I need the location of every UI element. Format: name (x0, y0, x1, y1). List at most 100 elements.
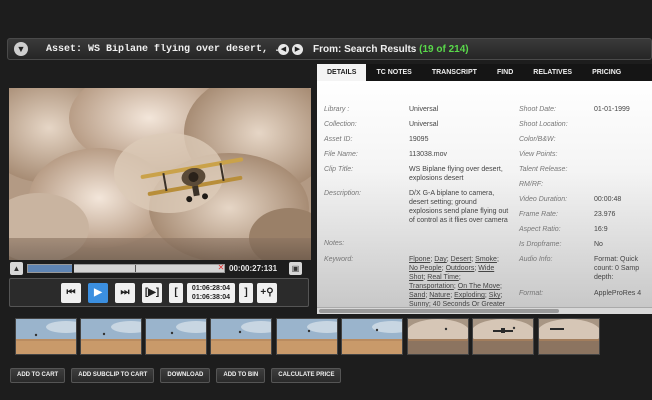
timeline-in-marker[interactable] (72, 263, 74, 273)
keyword-link[interactable]: Exploding (454, 292, 485, 299)
tab-pricing[interactable]: PRICING (582, 64, 631, 81)
calculate-price-button[interactable]: CALCULATE PRICE (271, 368, 342, 383)
skip-back-icon[interactable]: ⏮ (61, 282, 81, 303)
collapse-chevron-icon[interactable]: ▼ (14, 42, 28, 56)
expand-up-icon[interactable]: ▲ (10, 261, 23, 275)
keyword-link[interactable]: Flpone (409, 256, 430, 263)
tab-relatives[interactable]: RELATIVES (523, 64, 582, 81)
mark-in-button[interactable]: [ (169, 282, 183, 303)
collection-value: Universal (409, 121, 439, 128)
talent-release-label: Talent Release: (519, 166, 568, 173)
keyword-link[interactable]: Desert (451, 256, 472, 263)
add-subclip-to-cart-button[interactable]: ADD SUBCLIP TO CART (71, 368, 155, 383)
keyword-link[interactable]: Shot (409, 274, 423, 281)
next-result-icon[interactable]: ▶ (292, 43, 303, 55)
format-value: AppleProRes 4 (594, 290, 642, 297)
filmstrip-thumbnail[interactable] (407, 318, 469, 355)
play-icon[interactable]: ▶ (88, 282, 108, 303)
video-frame-biplane (9, 88, 311, 260)
file-name-label: File Name: (324, 151, 358, 158)
filmstrip-thumbnail[interactable] (80, 318, 142, 355)
filmstrip-thumbnail[interactable] (472, 318, 534, 355)
aspect-ratio-value: 16:9 (594, 226, 608, 233)
collection-label: Collection: (324, 121, 357, 128)
description-value: D/X G-A biplane to camera, desert settin… (409, 190, 509, 224)
keyword-link[interactable]: Nature (429, 292, 450, 299)
video-duration-value: 00:00:48 (594, 196, 622, 203)
fullscreen-icon[interactable]: ▣ (289, 261, 303, 275)
tab-transcript[interactable]: TRANSCRIPT (422, 64, 487, 81)
keyword-link[interactable]: Transportation (409, 283, 454, 290)
download-button[interactable]: DOWNLOAD (160, 368, 211, 383)
shoot-location-label: Shoot Location: (519, 121, 568, 128)
asset-header-bar: ▼ Asset: WS Biplane flying over desert, … (7, 38, 652, 60)
video-duration-label: Video Duration: (519, 196, 568, 203)
filmstrip-thumbnail[interactable] (276, 318, 338, 355)
keyword-link[interactable]: Day (434, 256, 446, 263)
add-to-cart-button[interactable]: ADD TO CART (10, 368, 66, 383)
tab-find[interactable]: FIND (487, 64, 523, 81)
keyword-link[interactable]: Outdoors (446, 265, 475, 272)
filmstrip-thumbnail[interactable] (538, 318, 600, 355)
keyword-list: Flpone; Day; Desert; Smoke; No People; O… (409, 255, 511, 309)
search-results-link[interactable]: From: Search Results (19 of 214) (313, 44, 469, 55)
rm-rf-label: RM/RF: (519, 181, 544, 188)
dropframe-value: No (594, 241, 603, 248)
asset-id-label: Asset ID: (324, 136, 353, 143)
clip-title-value: WS Biplane flying over desert, explosion… (409, 166, 503, 182)
audio-info-value: Format: Quick count: 0 Samp depth: (594, 256, 640, 281)
clear-marks-icon[interactable]: ✕ (217, 263, 225, 273)
skip-forward-icon[interactable]: ⏭ (115, 282, 135, 303)
scrollbar-thumb[interactable] (319, 309, 559, 313)
keyword-link[interactable]: On The Move (458, 283, 500, 290)
from-label: From: Search Results (313, 43, 417, 55)
file-name-value: 113038.mov (409, 151, 448, 158)
details-body: Library : Universal Collection: Universa… (317, 81, 652, 309)
keyword-link[interactable]: Wide (478, 265, 494, 272)
tab-details[interactable]: DETAILS (317, 64, 367, 81)
keyword-label: Keyword: (324, 256, 354, 263)
details-horizontal-scrollbar[interactable] (317, 307, 652, 314)
timeline-scrubber[interactable]: ✕ (27, 263, 225, 273)
timecode-in: 01:06:28:04 (191, 284, 231, 292)
keyword-link[interactable]: Sky (489, 292, 501, 299)
video-player[interactable] (9, 88, 311, 260)
filmstrip-thumbnail[interactable] (15, 318, 77, 355)
dropframe-label: Is Dropframe: (519, 241, 562, 248)
play-selection-icon[interactable]: [▶] (142, 282, 162, 303)
color-bw-label: Color/B&W: (519, 136, 556, 143)
shoot-date-label: Shoot Date: (519, 106, 556, 113)
asset-id-value: 19095 (409, 136, 429, 143)
filmstrip-thumbnail[interactable] (145, 318, 207, 355)
library-value: Universal (409, 106, 439, 113)
asset-info-panel: DETAILS TC NOTES TRANSCRIPT FIND RELATIV… (317, 64, 652, 314)
keyword-link[interactable]: Real Time (427, 274, 459, 281)
asset-action-bar: ADD TO CART ADD SUBCLIP TO CART DOWNLOAD… (10, 368, 347, 383)
notes-label: Notes: (324, 240, 345, 247)
keyword-line: Flpone; Day; Desert; Smoke; (409, 256, 499, 263)
mark-out-button[interactable]: ] (239, 282, 253, 303)
keyword-link[interactable]: No People (409, 265, 442, 272)
filmstrip-thumbnail[interactable] (210, 318, 272, 355)
timecode-out: 01:06:38:04 (191, 293, 231, 301)
keyword-line: Transportation; On The Move; (409, 283, 502, 290)
keyword-line: No People; Outdoors; Wide (409, 265, 495, 272)
keyword-link[interactable]: Sand (409, 292, 425, 299)
zoom-marker-icon[interactable]: +⚲ (257, 282, 277, 303)
tab-tc-notes[interactable]: TC NOTES (366, 64, 421, 81)
format-label: Format: (519, 290, 544, 297)
add-to-bin-button[interactable]: ADD TO BIN (216, 368, 266, 383)
timeline-out-marker[interactable] (135, 264, 136, 272)
previous-result-icon[interactable]: ◀ (278, 43, 289, 55)
shoot-date-value: 01-01-1999 (594, 106, 630, 113)
aspect-ratio-label: Aspect Ratio: (519, 226, 561, 233)
scrubber-row: ▲ ✕ 00:00:27:131 ▣ (10, 261, 310, 275)
transport-controls: ⏮ ▶ ⏭ [▶] [ 01:06:28:04 01:06:38:04 ] +⚲ (9, 278, 309, 307)
info-tabs: DETAILS TC NOTES TRANSCRIPT FIND RELATIV… (317, 64, 652, 81)
timecode-in-out-display: 01:06:28:04 01:06:38:04 (187, 282, 235, 303)
current-time-readout: 00:00:27:131 (229, 263, 278, 273)
asset-title: Asset: WS Biplane flying over desert, ..… (46, 43, 278, 55)
keyword-line: Shot; Real Time; (409, 274, 461, 281)
keyword-link[interactable]: Smoke (475, 256, 497, 263)
filmstrip-thumbnail[interactable] (341, 318, 403, 355)
